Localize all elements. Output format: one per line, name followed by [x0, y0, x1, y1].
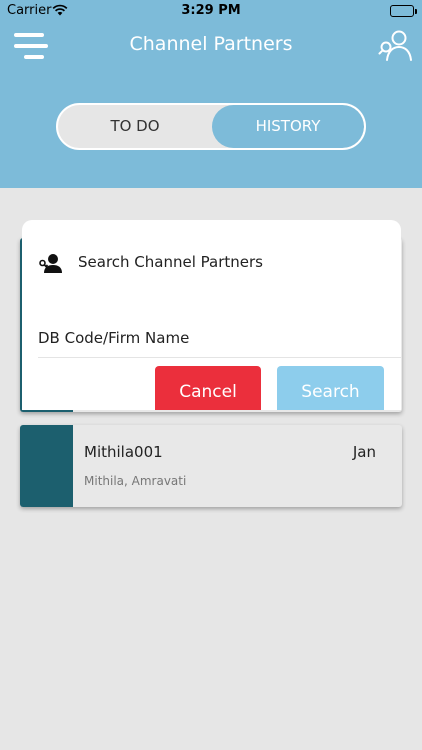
partner-code: Mithila001 [84, 443, 163, 461]
tab-history[interactable]: HISTORY [212, 105, 364, 148]
tab-toggle: TO DO HISTORY [56, 103, 366, 150]
app-header: Channel Partners TO DO HISTORY [0, 22, 422, 188]
partner-location: Mithila, Amravati [84, 474, 187, 488]
dialog-title: Search Channel Partners [78, 253, 263, 271]
status-bar: Carrier 3:29 PM [0, 0, 422, 22]
user-search-icon[interactable] [378, 27, 414, 63]
cancel-button[interactable]: Cancel [155, 366, 261, 410]
db-code-firm-name-input[interactable] [38, 318, 401, 358]
search-button[interactable]: Search [277, 366, 384, 410]
page-title: Channel Partners [129, 33, 293, 55]
person-key-icon [38, 252, 62, 274]
tab-todo[interactable]: TO DO [58, 105, 212, 148]
list-item[interactable]: Mithila001 Jan Mithila, Amravati [20, 425, 402, 507]
partner-month: Jan [352, 443, 376, 461]
battery-icon [390, 5, 417, 17]
status-time: 3:29 PM [181, 3, 241, 18]
search-dialog: Search Channel Partners Cancel Search [22, 220, 401, 410]
card-accent-bar [20, 425, 73, 507]
